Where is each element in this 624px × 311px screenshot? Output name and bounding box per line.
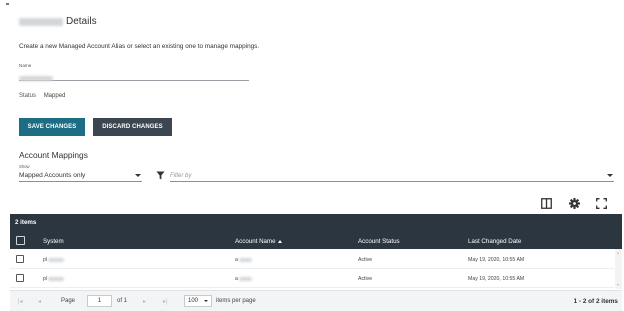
cell-account-status: Active <box>358 276 373 282</box>
show-label: Show <box>19 164 30 169</box>
gear-icon[interactable] <box>569 198 580 209</box>
cell-last-changed: May 19, 2020, 10:55 AM <box>468 276 525 282</box>
pager-range: 1 - 2 of 2 items <box>573 298 618 305</box>
cell-account-prefix: a <box>235 276 238 282</box>
cell-system-prefix: pl <box>43 257 48 263</box>
chevron-down-icon <box>204 300 208 302</box>
row-checkbox[interactable] <box>16 274 24 282</box>
columns-icon[interactable] <box>541 198 552 209</box>
redacted-alias-name <box>19 17 63 26</box>
fullscreen-icon[interactable] <box>596 198 607 209</box>
redacted-name-value <box>19 76 53 82</box>
show-select[interactable]: Mapped Accounts only <box>19 170 142 182</box>
cell-account-name: a <box>235 257 252 263</box>
cell-system: pl <box>43 257 65 263</box>
status-label: Status <box>19 93 37 99</box>
pager: |◂ ◂ Page 1 of 1 ▸ ▸| 100 items per page… <box>10 290 622 311</box>
table-row[interactable]: pl a Active May 19, 2020, 10:55 AM <box>10 251 614 269</box>
grid-scrollbar[interactable] <box>615 249 622 289</box>
scroll-up-icon[interactable] <box>617 252 619 254</box>
page-title-suffix: Details <box>66 16 97 27</box>
next-page-icon[interactable]: ▸ <box>143 298 146 305</box>
column-header-last-changed[interactable]: Last Changed Date <box>468 238 521 245</box>
cell-system: pl <box>43 276 65 282</box>
cell-account-name: a <box>235 276 252 282</box>
table-row[interactable]: pl a Active May 19, 2020, 10:55 AM <box>10 270 614 288</box>
cell-account-status: Active <box>358 257 373 263</box>
account-mappings-title: Account Mappings <box>19 150 88 160</box>
page-size-value: 100 <box>188 298 199 304</box>
scroll-down-icon[interactable] <box>617 284 619 286</box>
page-description: Create a new Managed Account Alias or se… <box>19 43 260 50</box>
corner-mark <box>6 3 9 5</box>
page-size-select[interactable]: 100 <box>184 295 212 307</box>
column-header-system[interactable]: System <box>43 238 64 245</box>
status-value: Mapped <box>43 93 66 99</box>
filter-input[interactable]: Filter by <box>170 170 614 182</box>
page-number-input[interactable]: 1 <box>87 295 112 307</box>
cell-last-changed: May 19, 2020, 10:55 AM <box>468 257 525 263</box>
column-header-account-status[interactable]: Account Status <box>358 238 400 245</box>
sort-ascending-icon <box>277 239 282 243</box>
select-all-checkbox[interactable] <box>16 236 25 245</box>
row-checkbox[interactable] <box>16 255 24 263</box>
first-page-icon[interactable]: |◂ <box>18 298 23 305</box>
name-field[interactable] <box>19 69 249 82</box>
chevron-down-icon <box>135 174 141 177</box>
items-count: 2 items <box>15 219 37 226</box>
grid-body: pl a Active May 19, 2020, 10:55 AM pl a … <box>10 249 622 289</box>
previous-page-icon[interactable]: ◂ <box>38 298 41 305</box>
column-header-account-name-label: Account Name <box>235 238 276 245</box>
redacted-account <box>238 276 252 281</box>
cell-account-prefix: a <box>235 257 238 263</box>
redacted-system <box>48 257 65 262</box>
discard-changes-button[interactable]: DISCARD CHANGES <box>93 118 172 136</box>
name-field-label: Name <box>19 63 32 68</box>
show-select-value: Mapped Accounts only <box>19 172 86 179</box>
last-page-icon[interactable]: ▸| <box>163 298 168 305</box>
filter-icon[interactable] <box>156 171 165 180</box>
redacted-account <box>238 257 252 262</box>
grid-header: 2 items System Account Name Account Stat… <box>10 214 622 249</box>
page-title: Details <box>19 16 97 27</box>
save-changes-button[interactable]: SAVE CHANGES <box>19 118 85 136</box>
filter-placeholder: Filter by <box>170 172 192 179</box>
items-per-page-label: items per page <box>216 298 256 304</box>
page-label: Page <box>61 298 76 304</box>
filter-chevron-down-icon[interactable] <box>607 174 613 177</box>
page-of-label: of 1 <box>117 298 128 304</box>
redacted-system <box>48 276 65 281</box>
cell-system-prefix: pl <box>43 276 48 282</box>
column-header-account-name[interactable]: Account Name <box>235 238 282 245</box>
status-row: Status Mapped <box>19 93 65 99</box>
